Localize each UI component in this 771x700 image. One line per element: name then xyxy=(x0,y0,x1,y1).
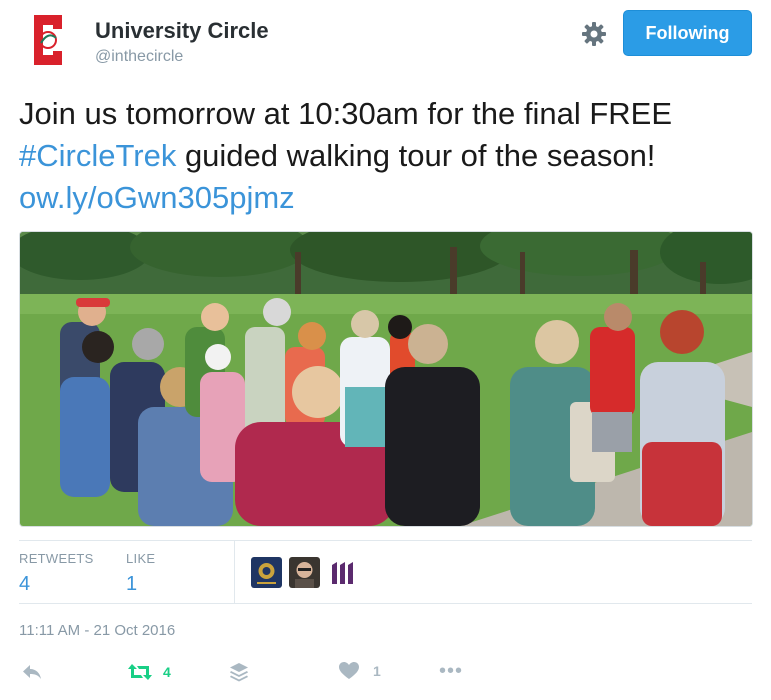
retweet-button[interactable]: 4 xyxy=(127,662,171,682)
tweet-url-link[interactable]: ow.ly/oGwn305pjmz xyxy=(19,180,295,215)
likes-count: 1 xyxy=(126,573,138,595)
retweets-stat[interactable]: RETWEETS 4 xyxy=(19,551,94,596)
tweet-text: Join us tomorrow at 10:30am for the fina… xyxy=(19,93,759,219)
account-name[interactable]: University Circle xyxy=(95,18,269,44)
tweet-text-part: Join us tomorrow at 10:30am for the fina… xyxy=(19,96,673,131)
likes-label: LIKE xyxy=(126,551,156,566)
walking-tour-photo xyxy=(20,232,752,526)
hashtag-link[interactable]: #CircleTrek xyxy=(19,138,176,173)
stack-button[interactable] xyxy=(229,662,249,682)
reply-icon xyxy=(23,665,41,679)
heart-icon xyxy=(339,662,359,679)
liker-avatar[interactable] xyxy=(251,557,282,588)
layers-icon xyxy=(230,663,248,682)
tweet-timestamp[interactable]: 11:11 AM - 21 Oct 2016 xyxy=(19,622,175,639)
retweet-count: 4 xyxy=(163,664,171,680)
liker-avatar[interactable] xyxy=(327,557,358,588)
like-count: 1 xyxy=(373,663,381,679)
likes-stat[interactable]: LIKE 1 xyxy=(126,551,155,596)
account-avatar[interactable] xyxy=(26,13,70,67)
more-icon: ••• xyxy=(439,660,464,682)
tweet-text-part: guided walking tour of the season! xyxy=(176,138,656,173)
stats-divider xyxy=(234,541,235,603)
liker-avatar[interactable] xyxy=(289,557,320,588)
like-button[interactable]: 1 xyxy=(339,662,381,680)
retweet-icon xyxy=(128,664,152,680)
tweet-stats: RETWEETS 4 LIKE 1 xyxy=(19,540,752,604)
tweet-actions: 4 1 ••• xyxy=(19,660,752,692)
following-button[interactable]: Following xyxy=(623,10,752,56)
reply-button[interactable] xyxy=(21,662,43,682)
tweet-photo[interactable] xyxy=(19,231,753,527)
university-circle-logo xyxy=(34,15,62,65)
retweets-label: RETWEETS xyxy=(19,551,94,566)
more-options-button[interactable]: ••• xyxy=(439,660,463,683)
account-handle[interactable]: @inthecircle xyxy=(95,48,183,66)
tweet-header: University Circle @inthecircle Following xyxy=(0,0,771,80)
retweets-count: 4 xyxy=(19,573,31,595)
gear-icon[interactable] xyxy=(580,20,608,48)
